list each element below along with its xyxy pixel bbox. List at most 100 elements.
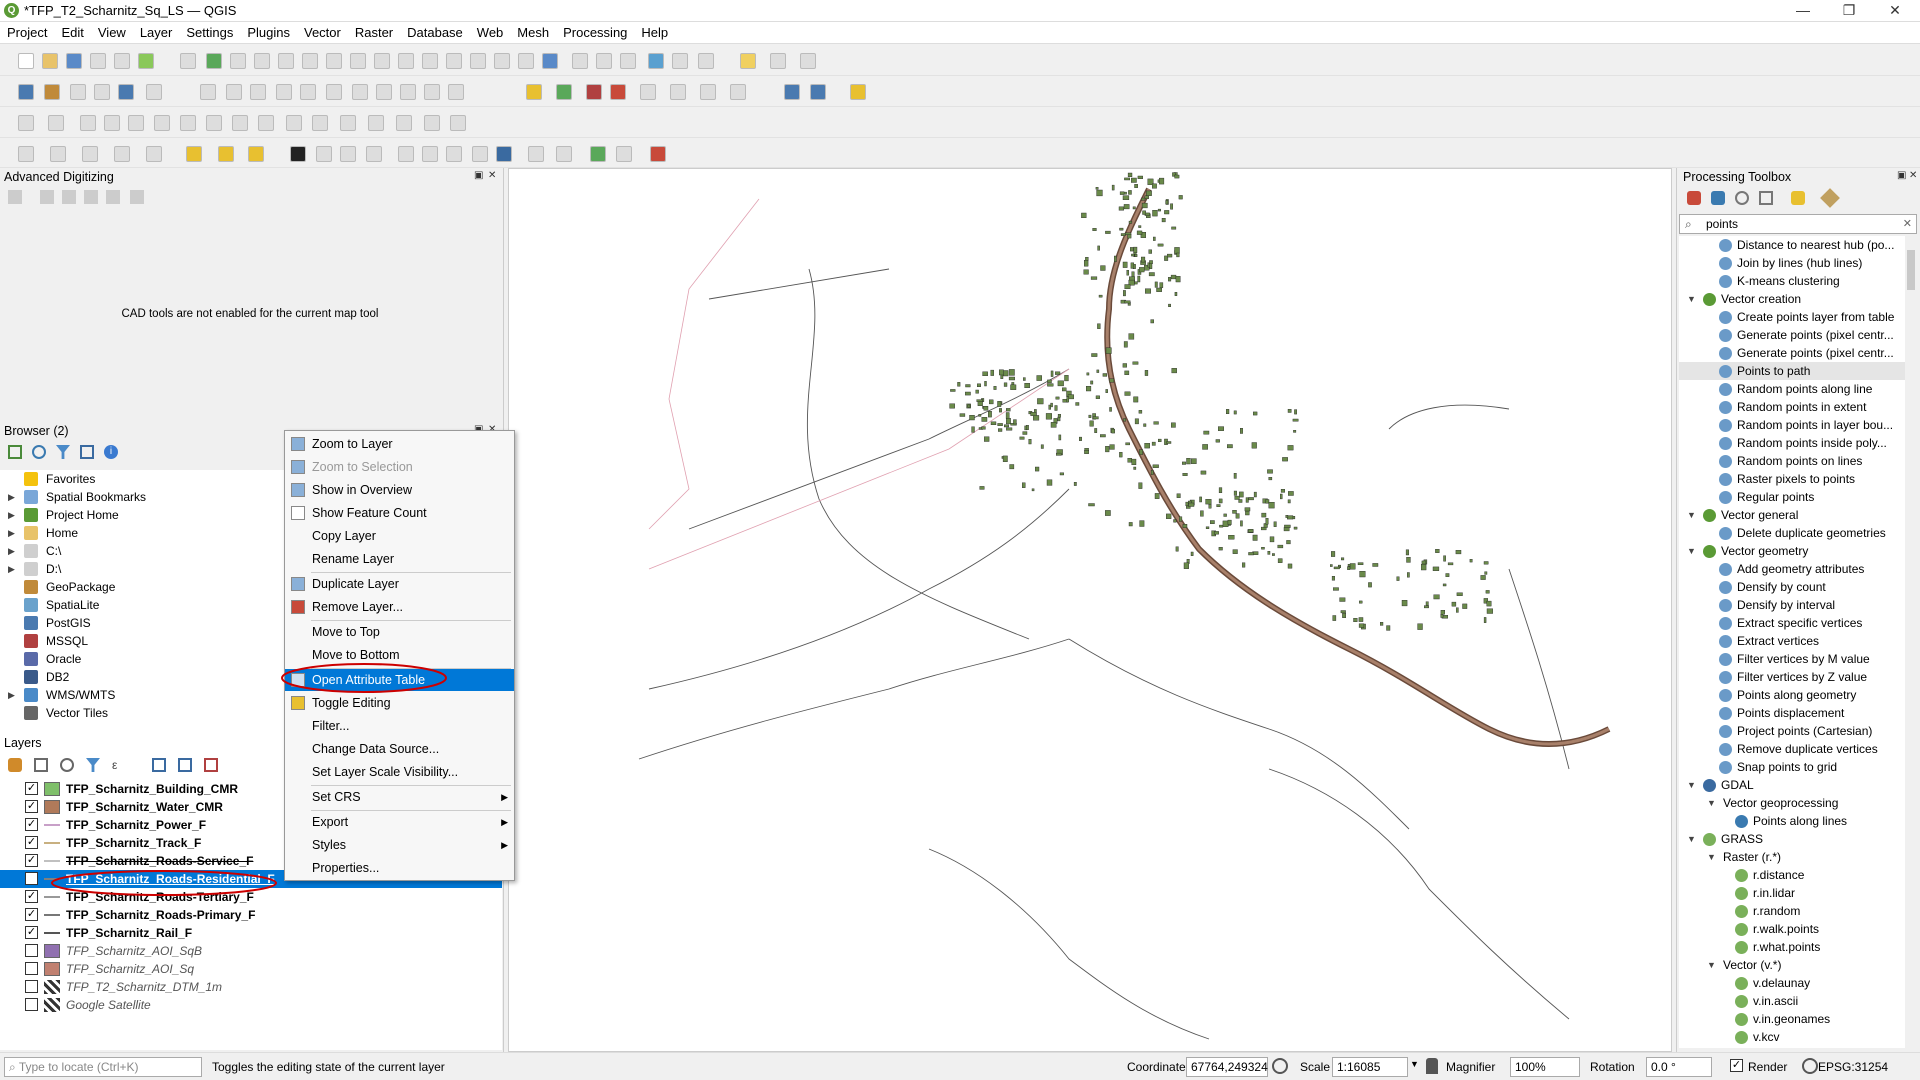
new-geopackage-icon[interactable] — [44, 84, 60, 100]
toolbox-grasstool[interactable]: v.delaunay — [1679, 974, 1905, 992]
redo-icon[interactable] — [448, 84, 464, 100]
menu-item-change-data-source[interactable]: Change Data Source... — [285, 738, 514, 760]
restore-button[interactable]: ❐ — [1826, 0, 1872, 22]
toolbox-float-icon[interactable]: ▣ — [1897, 170, 1906, 181]
toolbox-tool[interactable]: Join by lines (hub lines) — [1679, 254, 1905, 272]
layer-visibility-checkbox[interactable]: ✓ — [25, 908, 38, 921]
menu-help[interactable]: Help — [634, 22, 675, 43]
toolbox-tool[interactable]: Densify by interval — [1679, 596, 1905, 614]
toolbox-tool[interactable]: Delete duplicate geometries — [1679, 524, 1905, 542]
expand-arrow-icon[interactable]: ▶ — [8, 686, 15, 704]
menu-item-properties[interactable]: Properties... — [285, 857, 514, 879]
menu-item-set-crs[interactable]: Set CRS ▶ — [285, 786, 514, 808]
layer-row[interactable]: TFP_Scharnitz_AOI_SqB — [0, 942, 502, 960]
toolbox-tool[interactable]: Filter vertices by Z value — [1679, 668, 1905, 686]
print-layout-icon[interactable] — [114, 53, 130, 69]
toolbox-tool[interactable]: Raster pixels to points — [1679, 470, 1905, 488]
menu-vector[interactable]: Vector — [297, 22, 348, 43]
layer-visibility-checkbox[interactable] — [25, 962, 38, 975]
zoom-in-icon[interactable] — [230, 53, 246, 69]
map-tips-icon[interactable] — [770, 53, 786, 69]
open-project-icon[interactable] — [42, 53, 58, 69]
scale-field[interactable]: 1:16085 — [1332, 1057, 1408, 1077]
toolbox-tool[interactable]: Generate points (pixel centr... — [1679, 344, 1905, 362]
menu-settings[interactable]: Settings — [179, 22, 240, 43]
toolbox-grasstool[interactable]: r.in.lidar — [1679, 884, 1905, 902]
statistics-icon[interactable] — [620, 53, 636, 69]
minimize-button[interactable]: — — [1780, 0, 1826, 22]
toolbox-grasstool[interactable]: r.distance — [1679, 866, 1905, 884]
toolbox-group[interactable]: ▼ Vector creation — [1679, 290, 1905, 308]
locator-search[interactable]: ⌕ Type to locate (Ctrl+K) — [4, 1057, 202, 1077]
snapping-options-icon[interactable] — [496, 146, 512, 162]
cad-enable-icon[interactable] — [8, 190, 22, 204]
add-ring-icon[interactable] — [80, 115, 96, 131]
label-highlight-icon[interactable] — [610, 84, 626, 100]
map-canvas[interactable] — [508, 168, 1672, 1052]
toolbox-tool[interactable]: Points along geometry — [1679, 686, 1905, 704]
new-temp-layer-icon[interactable] — [146, 84, 162, 100]
toolbox-tool[interactable]: Extract vertices — [1679, 632, 1905, 650]
toolbox-tool[interactable]: Extract specific vertices — [1679, 614, 1905, 632]
layer-row[interactable]: TFP_T2_Scharnitz_DTM_1m — [0, 978, 502, 996]
dock-float-icon[interactable]: ▣ — [474, 170, 483, 181]
toolbox-grasstool[interactable]: r.what.points — [1679, 938, 1905, 956]
toolbox-grasstool[interactable]: v.kernel.vect — [1679, 1046, 1905, 1048]
zoom-selection-icon[interactable] — [302, 53, 318, 69]
toolbox-tool[interactable]: Random points on lines — [1679, 452, 1905, 470]
menu-item-filter[interactable]: Filter... — [285, 715, 514, 737]
diagram-icon[interactable] — [586, 84, 602, 100]
expand-arrow-icon[interactable]: ▼ — [1687, 776, 1696, 794]
delete-part-icon[interactable] — [180, 115, 196, 131]
zoom-full-icon[interactable] — [278, 53, 294, 69]
menu-item-show-in-overview[interactable]: Show in Overview — [285, 479, 514, 501]
layer-row[interactable]: TFP_Scharnitz_AOI_Sq — [0, 960, 502, 978]
select-by-location-icon[interactable] — [218, 146, 234, 162]
reverse-line-icon[interactable] — [396, 115, 412, 131]
toolbox-tool[interactable]: Distance to nearest hub (po... — [1679, 236, 1905, 254]
toolbox-subgroup[interactable]: ▼ Vector (v.*) — [1679, 956, 1905, 974]
show-hide-label-icon[interactable] — [730, 84, 746, 100]
zoom-last-icon[interactable] — [374, 53, 390, 69]
toolbox-scrollbar[interactable] — [1905, 236, 1917, 1048]
menu-item-remove-layer[interactable]: Remove Layer... — [285, 596, 514, 618]
close-button[interactable]: ✕ — [1872, 0, 1918, 22]
geometry-checker-icon[interactable] — [556, 146, 572, 162]
rotate-label-icon[interactable] — [670, 84, 686, 100]
scripts-icon[interactable] — [1711, 191, 1725, 205]
dock-close-icon[interactable]: ✕ — [488, 170, 496, 181]
edit-features-in-place-icon[interactable] — [1791, 191, 1805, 205]
layer-visibility-checkbox[interactable] — [25, 980, 38, 993]
menu-web[interactable]: Web — [470, 22, 511, 43]
new-map-view-icon[interactable] — [422, 53, 438, 69]
filter-legend-icon[interactable] — [86, 758, 100, 772]
layer-visibility-checkbox[interactable]: ✓ — [25, 890, 38, 903]
expand-arrow-icon[interactable]: ▶ — [8, 524, 15, 542]
expand-arrow-icon[interactable]: ▼ — [1687, 506, 1696, 524]
style-panel-icon[interactable] — [8, 758, 22, 772]
toolbox-tool[interactable]: Random points along line — [1679, 380, 1905, 398]
refresh-icon[interactable] — [542, 53, 558, 69]
toolbox-tool[interactable]: Create points layer from table — [1679, 308, 1905, 326]
toolbox-grasstool[interactable]: r.walk.points — [1679, 920, 1905, 938]
measure-line-icon[interactable] — [616, 146, 632, 162]
toolbox-tool[interactable]: Generate points (pixel centr... — [1679, 326, 1905, 344]
collapse-all-icon[interactable] — [80, 445, 94, 459]
message-log-icon[interactable] — [1802, 1058, 1818, 1074]
new-shapefile-icon[interactable] — [70, 84, 86, 100]
delete-icon[interactable] — [326, 84, 342, 100]
zoom-out-icon[interactable] — [254, 53, 270, 69]
offset-point-icon[interactable] — [450, 115, 466, 131]
options-icon[interactable] — [1820, 188, 1840, 208]
toolbox-tool[interactable]: Regular points — [1679, 488, 1905, 506]
manage-themes-icon[interactable] — [60, 758, 74, 772]
toolbox-provider[interactable]: ▼ GRASS — [1679, 830, 1905, 848]
toolbox-grasstool[interactable]: r.random — [1679, 902, 1905, 920]
settings-icon[interactable] — [106, 190, 120, 204]
offset-curve-icon[interactable] — [206, 115, 222, 131]
label-icon[interactable] — [526, 84, 542, 100]
menu-item-set-layer-scale-visibility[interactable]: Set Layer Scale Visibility... — [285, 761, 514, 783]
menu-item-copy-layer[interactable]: Copy Layer — [285, 525, 514, 547]
floater-icon[interactable] — [130, 190, 144, 204]
perpendicular-icon[interactable] — [84, 190, 98, 204]
